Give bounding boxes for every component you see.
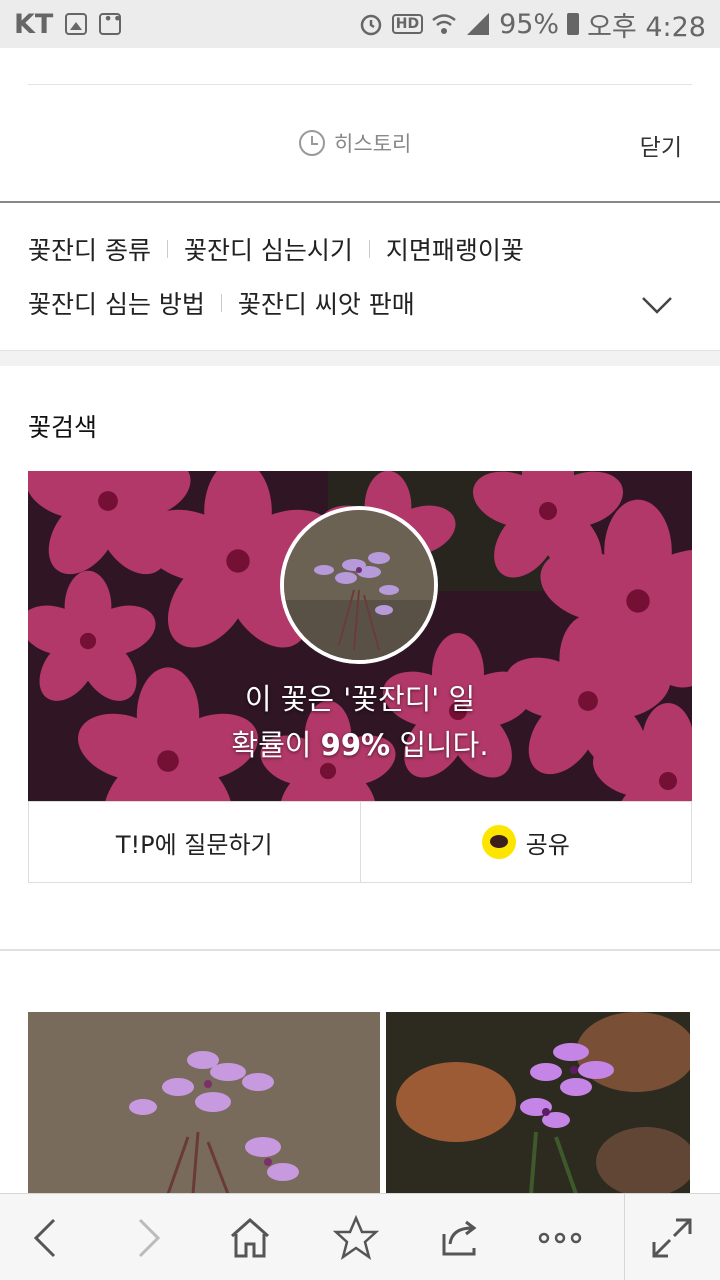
history-divider [0,201,720,203]
history-row: 히스토리 닫기 [0,118,720,170]
close-button[interactable]: 닫기 [640,128,682,162]
history-clock-icon [299,130,325,156]
keyword-link[interactable]: 지면패랭이꽃 [386,231,524,267]
history-label: 히스토리 [334,132,412,156]
keyword-link[interactable]: 꽃잔디 심는시기 [184,231,353,267]
result-actions: T!P에 질문하기 공유 [28,801,692,883]
back-icon[interactable] [22,1214,70,1262]
section-divider [0,350,720,366]
status-bar: KT HD 95% 오후 4:28 [0,0,720,48]
battery-percent: 95% [499,8,560,40]
keyword-row: 꽃잔디 종류 꽃잔디 심는시기 지면패랭이꽃 [28,222,692,276]
probability-value: 99% [320,728,391,762]
clock-time: 오후 4:28 [587,11,706,43]
share-button[interactable]: 공유 [359,802,692,882]
forward-icon[interactable] [124,1214,172,1262]
probability-suffix: 입니다. [399,728,489,762]
more-icon[interactable] [536,1214,584,1262]
bookmark-icon[interactable] [332,1214,380,1262]
toolbar-divider [624,1194,625,1280]
signal-icon [467,13,490,35]
kakaotalk-icon [481,825,516,859]
ask-tip-button[interactable]: T!P에 질문하기 [29,802,360,882]
top-divider [28,84,692,85]
image-gallery [28,1012,692,1194]
battery-icon [567,13,580,35]
flower-result-card[interactable]: 이 꽃은 '꽃잔디' 일 확률이 99% 입니다. [28,471,692,801]
keyword-divider [220,294,222,312]
wifi-icon [432,14,456,34]
keyword-row: 꽃잔디 심는 방법 꽃잔디 씨앗 판매 [28,276,692,330]
alarm-icon [360,14,381,36]
share-label: 공유 [525,830,570,859]
probability-prefix: 확률이 [231,728,312,762]
gallery-notification-icon [65,13,88,35]
flower-thumbnail [280,506,438,664]
flower-result-text: 이 꽃은 '꽃잔디' 일 확률이 99% 입니다. [28,676,692,768]
home-icon[interactable] [226,1214,274,1262]
browser-toolbar [0,1193,720,1280]
keyword-link[interactable]: 꽃잔디 심는 방법 [28,285,205,321]
step-counter-icon [99,9,122,35]
hd-voice-icon: HD [391,14,424,34]
related-keywords: 꽃잔디 종류 꽃잔디 심는시기 지면패랭이꽃 꽃잔디 심는 방법 꽃잔디 씨앗 … [28,222,692,330]
keyword-link[interactable]: 꽃잔디 종류 [28,231,151,267]
fullscreen-icon[interactable] [648,1214,696,1262]
chevron-down-icon[interactable] [640,288,674,322]
result-line-1: 이 꽃은 '꽃잔디' 일 [244,682,476,716]
result-line-2: 확률이 99% 입니다. [28,722,692,768]
gallery-image[interactable] [28,1012,380,1194]
ask-tip-label: T!P에 질문하기 [115,830,273,859]
keyword-link[interactable]: 꽃잔디 씨앗 판매 [238,285,415,321]
carrier-label: KT [14,8,54,40]
history-button[interactable]: 히스토리 [298,128,411,158]
section-divider [0,949,720,951]
section-title: 꽃검색 [28,413,98,442]
keyword-divider [368,240,370,258]
keyword-divider [166,240,168,258]
gallery-image[interactable] [386,1012,690,1194]
tabs-icon[interactable] [436,1214,484,1262]
